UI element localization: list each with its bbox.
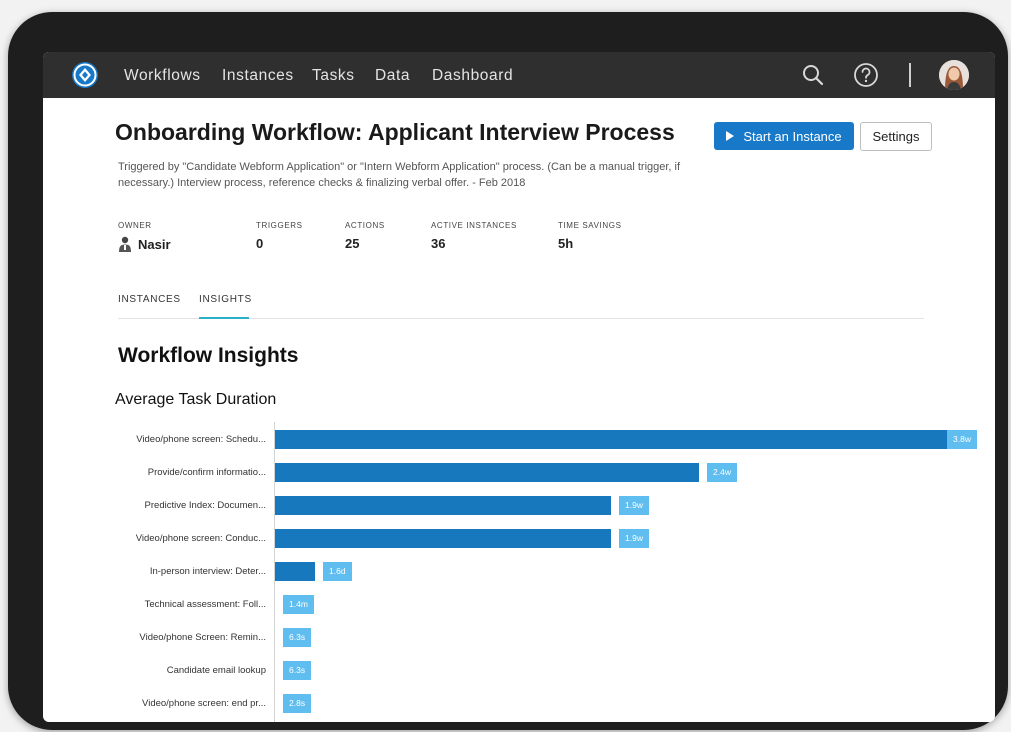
stat-owner: OWNER Nasir [118, 221, 171, 252]
settings-button[interactable]: Settings [860, 122, 932, 151]
task-duration-chart: Video/phone screen: Schedu... 3.8w Provide… [43, 422, 995, 722]
help-icon[interactable] [853, 62, 879, 88]
bar-value-label: 1.6d [323, 562, 352, 581]
stat-owner-row: Nasir [118, 236, 171, 252]
duration-bar[interactable] [275, 430, 947, 449]
person-icon [119, 236, 131, 252]
nav-workflows[interactable]: Workflows [124, 67, 201, 85]
app-screen: Workflows Instances Tasks Data Dashboard [43, 52, 995, 722]
stat-triggers: TRIGGERS 0 [256, 221, 303, 251]
bar-category-label: In-person interview: Deter... [149, 566, 266, 577]
nav-dashboard[interactable]: Dashboard [432, 67, 513, 85]
bar-value-label: 1.4m [283, 595, 314, 614]
bar-category-label: Provide/confirm informatio... [147, 467, 266, 478]
bar-category-label: Technical assessment: Foll... [144, 599, 266, 610]
stat-savings-value: 5h [558, 236, 574, 251]
app-logo-icon[interactable] [71, 61, 99, 89]
play-icon [726, 131, 735, 141]
search-icon[interactable] [800, 62, 826, 88]
bar-category-label: Candidate email lookup [166, 665, 266, 676]
duration-bar[interactable] [275, 529, 611, 548]
stat-time-savings: TIME SAVINGS 5h [558, 221, 622, 251]
bar-value-label: 1.9w [619, 529, 649, 548]
user-avatar[interactable] [939, 60, 969, 90]
stat-savings-label: TIME SAVINGS [558, 221, 622, 230]
chart-title: Average Task Duration [115, 391, 277, 408]
tab-insights[interactable]: INSIGHTS [199, 294, 252, 305]
stat-owner-value[interactable]: Nasir [138, 237, 171, 252]
nav-data[interactable]: Data [375, 67, 410, 85]
stat-actions-label: ACTIONS [345, 221, 385, 230]
bar-value-label: 3.8w [947, 430, 977, 449]
bar-value-label: 2.4w [707, 463, 737, 482]
tab-instances[interactable]: INSTANCES [118, 294, 181, 305]
insights-heading: Workflow Insights [118, 344, 299, 367]
stat-active-label: ACTIVE INSTANCES [431, 221, 517, 230]
bar-category-label: Video/phone screen: end pr... [142, 698, 266, 709]
avatar-image-icon [939, 60, 969, 90]
bar-category-label: Video/phone Screen: Remin... [139, 632, 266, 643]
tab-active-indicator [199, 317, 249, 319]
tablet-frame: Workflows Instances Tasks Data Dashboard [8, 12, 1008, 730]
workflow-description: Triggered by "Candidate Webform Applicat… [118, 161, 681, 189]
bar-category-label: Predictive Index: Documen... [144, 500, 266, 511]
stat-triggers-label: TRIGGERS [256, 221, 303, 230]
bar-value-label: 6.3s [283, 661, 312, 680]
nav-tasks[interactable]: Tasks [312, 67, 355, 85]
start-instance-label: Start an Instance [743, 128, 842, 144]
start-instance-button[interactable]: Start an Instance [714, 122, 854, 150]
stat-triggers-value: 0 [256, 236, 264, 251]
bar-value-label: 1.9w [619, 496, 649, 515]
bar-value-label: 6.3s [283, 628, 312, 647]
top-nav: Workflows Instances Tasks Data Dashboard [43, 52, 995, 98]
bar-category-label: Video/phone screen: Schedu... [136, 434, 266, 445]
nav-divider [909, 63, 911, 87]
bar-value-label: 2.8s [283, 694, 312, 713]
duration-bar[interactable] [275, 496, 611, 515]
stat-actions: ACTIONS 25 [345, 221, 385, 251]
stat-active-instances: ACTIVE INSTANCES 36 [431, 221, 517, 251]
duration-bar[interactable] [275, 463, 699, 482]
stat-actions-value: 25 [345, 236, 360, 251]
page-title: Onboarding Workflow: Applicant Interview… [115, 119, 675, 145]
duration-bar[interactable] [275, 562, 315, 581]
stat-owner-label: OWNER [118, 221, 152, 230]
stat-active-value: 36 [431, 236, 446, 251]
bar-category-label: Video/phone screen: Conduc... [135, 533, 266, 544]
nav-instances[interactable]: Instances [222, 67, 294, 85]
